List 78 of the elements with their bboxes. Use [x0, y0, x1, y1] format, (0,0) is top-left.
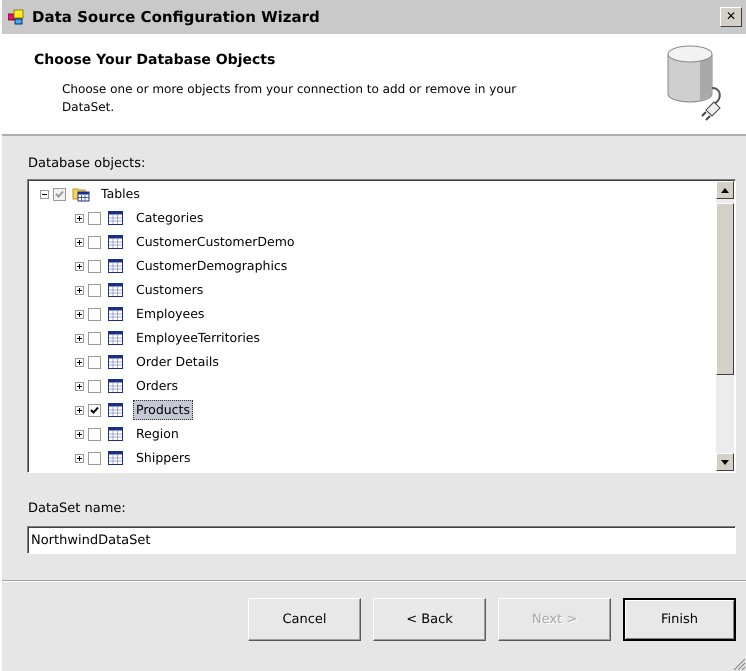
window-title: Data Source Configuration Wizard: [32, 8, 321, 26]
table-icon: [107, 354, 125, 370]
checkbox[interactable]: [53, 188, 66, 200]
checkbox[interactable]: [88, 404, 101, 416]
expand-button[interactable]: [75, 382, 84, 390]
resize-grip-icon[interactable]: [732, 657, 746, 671]
close-button[interactable]: ×: [720, 7, 742, 27]
collapse-button[interactable]: [40, 190, 49, 198]
table-icon: [107, 210, 125, 226]
checkbox[interactable]: [88, 236, 101, 248]
checkbox[interactable]: [88, 212, 101, 224]
table-icon: [107, 378, 125, 394]
plus-icon: [77, 312, 82, 316]
app-icon: [8, 9, 26, 25]
wizard-button[interactable]: Cancel: [248, 598, 361, 641]
checkbox[interactable]: [88, 308, 101, 320]
tree-item-label[interactable]: Categories: [133, 208, 206, 228]
dataset-name-field[interactable]: NorthwindDataSet: [27, 526, 736, 554]
expand-button[interactable]: [75, 406, 84, 414]
tree-item-label[interactable]: CustomerCustomerDemo: [133, 232, 298, 252]
tree-item-label[interactable]: Order Details: [133, 352, 222, 372]
expand-button[interactable]: [75, 454, 84, 462]
plus-icon: [77, 456, 82, 460]
tree-item-label[interactable]: Orders: [133, 376, 182, 396]
plus-icon: [77, 384, 82, 388]
checkbox[interactable]: [88, 332, 101, 344]
tree-item-label[interactable]: Tables: [98, 184, 143, 204]
tree-item-label[interactable]: Region: [133, 424, 182, 444]
table-icon: [107, 402, 125, 418]
expand-button[interactable]: [75, 262, 84, 270]
plus-icon: [77, 360, 82, 364]
page-title: Choose Your Database Objects: [34, 52, 276, 68]
expand-button[interactable]: [75, 310, 84, 318]
scroll-down-button[interactable]: [716, 453, 734, 471]
table-icon: [107, 234, 125, 250]
table-icon: [107, 330, 125, 346]
folder-table-icon: [72, 186, 90, 202]
wizard-button[interactable]: Finish: [623, 598, 736, 641]
plus-icon: [77, 432, 82, 436]
tree-item-label[interactable]: Employees: [133, 304, 208, 324]
expand-button[interactable]: [75, 214, 84, 222]
checkbox[interactable]: [88, 284, 101, 296]
expand-button[interactable]: [75, 238, 84, 246]
tree-item-label[interactable]: Customers: [133, 280, 206, 300]
minus-icon: [42, 192, 47, 196]
expand-button[interactable]: [75, 358, 84, 366]
table-icon: [107, 258, 125, 274]
objects-label: Database objects:: [28, 156, 146, 173]
scroll-thumb[interactable]: [716, 203, 734, 375]
up-arrow-icon: [721, 188, 729, 192]
checkbox[interactable]: [88, 428, 101, 440]
tree-item-label[interactable]: Products: [133, 400, 193, 420]
scroll-up-button[interactable]: [716, 181, 734, 199]
checkbox[interactable]: [88, 356, 101, 368]
scrollbar[interactable]: [716, 181, 734, 471]
table-icon: [107, 282, 125, 298]
plus-icon: [77, 216, 82, 220]
tree-item-label[interactable]: CustomerDemographics: [133, 256, 290, 276]
tree-item-label[interactable]: Shippers: [133, 448, 194, 468]
wizard-button[interactable]: < Back: [373, 598, 486, 641]
expand-button[interactable]: [75, 286, 84, 294]
checkbox[interactable]: [88, 380, 101, 392]
table-icon: [107, 450, 125, 466]
plus-icon: [77, 264, 82, 268]
checkbox[interactable]: [88, 452, 101, 464]
expand-button[interactable]: [75, 334, 84, 342]
plus-icon: [77, 240, 82, 244]
dataset-name-label: DataSet name:: [28, 501, 127, 516]
page-description: Choose one or more objects from your connection to add or remove in your DataSet.: [62, 81, 518, 116]
tree-item-label[interactable]: EmployeeTerritories: [133, 328, 264, 348]
plus-icon: [77, 408, 82, 412]
down-arrow-icon: [721, 460, 729, 464]
expand-button[interactable]: [75, 430, 84, 438]
table-icon: [107, 306, 125, 322]
plus-icon: [77, 336, 82, 340]
plus-icon: [77, 288, 82, 292]
checkbox[interactable]: [88, 260, 101, 272]
table-icon: [107, 426, 125, 442]
